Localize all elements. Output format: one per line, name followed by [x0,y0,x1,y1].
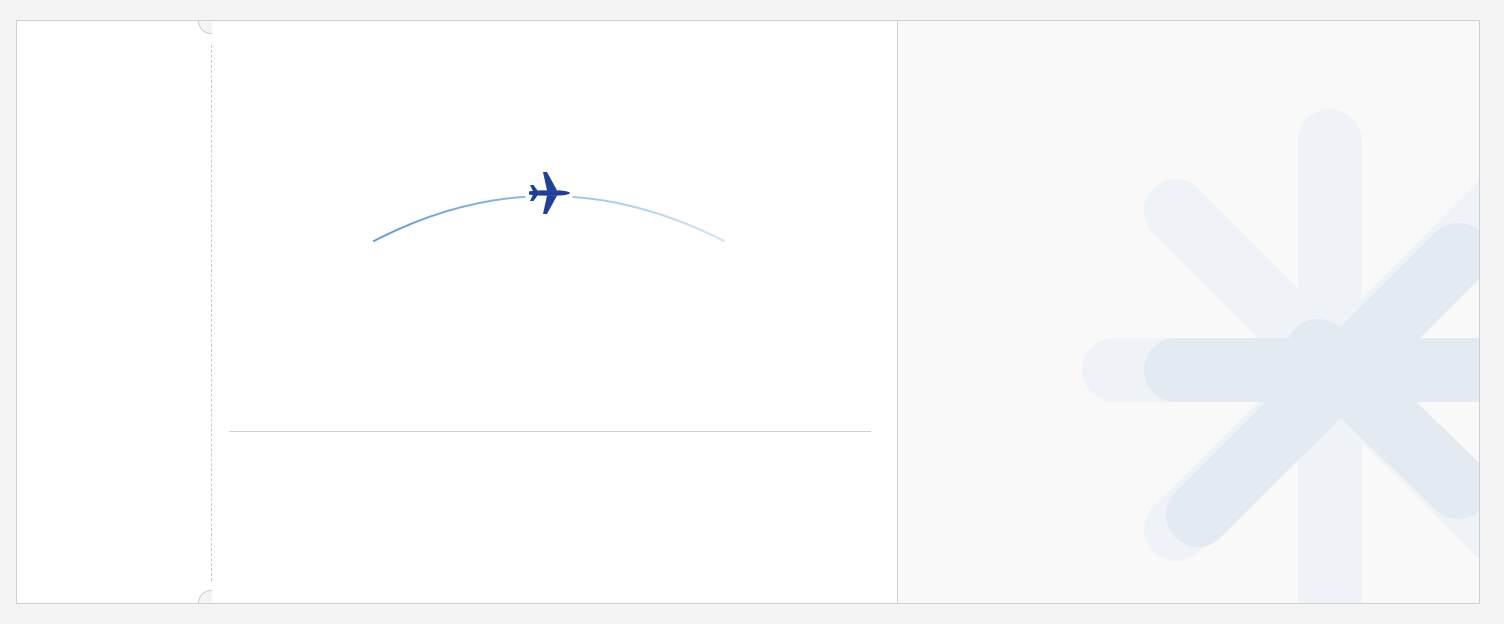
ticket-stub [17,21,211,603]
asterisk-logo-icon [1082,109,1479,603]
flight-route [373,169,725,242]
boarding-pass [16,20,1480,604]
ticket-side-panel [898,21,1479,603]
ticket-main-section [212,21,897,603]
section-divider [229,431,871,432]
